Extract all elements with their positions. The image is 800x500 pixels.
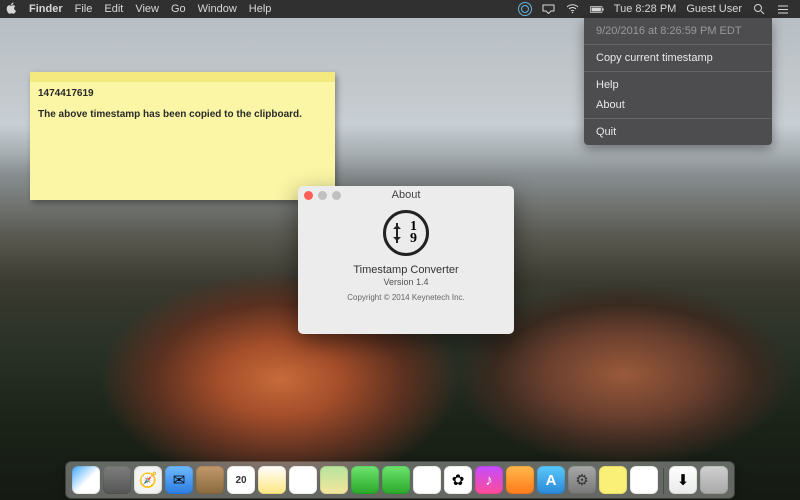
sticky-note[interactable]: 1474417619 The above timestamp has been … xyxy=(30,72,335,200)
dock-separator xyxy=(663,468,664,494)
dock-app-contacts[interactable] xyxy=(196,466,224,494)
dock-app-maps[interactable] xyxy=(320,466,348,494)
menubar-item-window[interactable]: Window xyxy=(198,3,237,15)
app-logo-icon: 19 xyxy=(383,210,429,256)
dock-app-timestamp-converter[interactable] xyxy=(630,466,658,494)
dock-app-messages[interactable] xyxy=(351,466,379,494)
dropdown-separator xyxy=(584,44,772,45)
battery-icon[interactable] xyxy=(590,2,604,16)
spotlight-icon[interactable] xyxy=(752,2,766,16)
airplay-icon[interactable] xyxy=(542,2,556,16)
window-minimize-button xyxy=(318,191,327,200)
dropdown-copy-timestamp[interactable]: Copy current timestamp xyxy=(584,48,772,68)
wifi-icon[interactable] xyxy=(566,2,580,16)
about-titlebar[interactable]: About xyxy=(298,186,514,204)
dock-app-itunes[interactable]: ♪ xyxy=(475,466,503,494)
sticky-titlebar[interactable] xyxy=(30,72,335,82)
menubar-item-help[interactable]: Help xyxy=(249,3,272,15)
dock-app-photobooth[interactable] xyxy=(413,466,441,494)
dock-app-launchpad[interactable] xyxy=(103,466,131,494)
menubar-app-name[interactable]: Finder xyxy=(29,3,63,15)
dock-app-sysprefs[interactable]: ⚙ xyxy=(568,466,596,494)
dropdown-timestamp-display: 9/20/2016 at 8:26:59 PM EDT xyxy=(584,21,772,41)
dock-app-calendar[interactable]: 20 xyxy=(227,466,255,494)
dock-app-ibooks[interactable] xyxy=(506,466,534,494)
window-close-button[interactable] xyxy=(304,191,313,200)
menubar-item-go[interactable]: Go xyxy=(171,3,186,15)
dock-app-photos[interactable]: ✿ xyxy=(444,466,472,494)
dock-app-stickies[interactable] xyxy=(599,466,627,494)
dock-app-safari[interactable]: 🧭 xyxy=(134,466,162,494)
menubar: Finder File Edit View Go Window Help Tue… xyxy=(0,0,800,18)
dock-app-mail[interactable]: ✉ xyxy=(165,466,193,494)
sticky-timestamp: 1474417619 xyxy=(38,88,327,99)
timestamp-converter-menubar-icon[interactable] xyxy=(518,2,532,16)
menubar-item-view[interactable]: View xyxy=(135,3,159,15)
dropdown-about[interactable]: About xyxy=(584,95,772,115)
about-copyright: Copyright © 2014 Keynetech Inc. xyxy=(347,293,465,302)
dock-app-reminders[interactable] xyxy=(289,466,317,494)
dock-app-finder[interactable] xyxy=(72,466,100,494)
sticky-content[interactable]: 1474417619 The above timestamp has been … xyxy=(30,82,335,126)
dropdown-separator xyxy=(584,71,772,72)
about-version: Version 1.4 xyxy=(383,277,428,287)
sticky-message: The above timestamp has been copied to t… xyxy=(38,109,327,120)
dock-app-appstore[interactable]: A xyxy=(537,466,565,494)
menubar-dropdown: 9/20/2016 at 8:26:59 PM EDT Copy current… xyxy=(584,18,772,145)
window-zoom-button xyxy=(332,191,341,200)
about-product-name: Timestamp Converter xyxy=(353,264,458,276)
menubar-item-edit[interactable]: Edit xyxy=(104,3,123,15)
dock-container: 🧭 ✉ 20 ✿ ♪ A ⚙ ⬇ xyxy=(0,462,800,498)
notification-center-icon[interactable] xyxy=(776,2,790,16)
dock-app-notes[interactable] xyxy=(258,466,286,494)
menubar-item-file[interactable]: File xyxy=(75,3,93,15)
dropdown-quit[interactable]: Quit xyxy=(584,122,772,142)
apple-menu-icon[interactable] xyxy=(6,2,17,17)
dropdown-help[interactable]: Help xyxy=(584,75,772,95)
dock-app-facetime[interactable] xyxy=(382,466,410,494)
about-window: About 19 Timestamp Converter Version 1.4… xyxy=(298,186,514,334)
menubar-user[interactable]: Guest User xyxy=(686,3,742,15)
dock-downloads-stack[interactable]: ⬇ xyxy=(669,466,697,494)
dropdown-separator xyxy=(584,118,772,119)
dock-trash[interactable] xyxy=(700,466,728,494)
menubar-clock[interactable]: Tue 8:28 PM xyxy=(614,3,677,15)
dock: 🧭 ✉ 20 ✿ ♪ A ⚙ ⬇ xyxy=(66,462,734,498)
